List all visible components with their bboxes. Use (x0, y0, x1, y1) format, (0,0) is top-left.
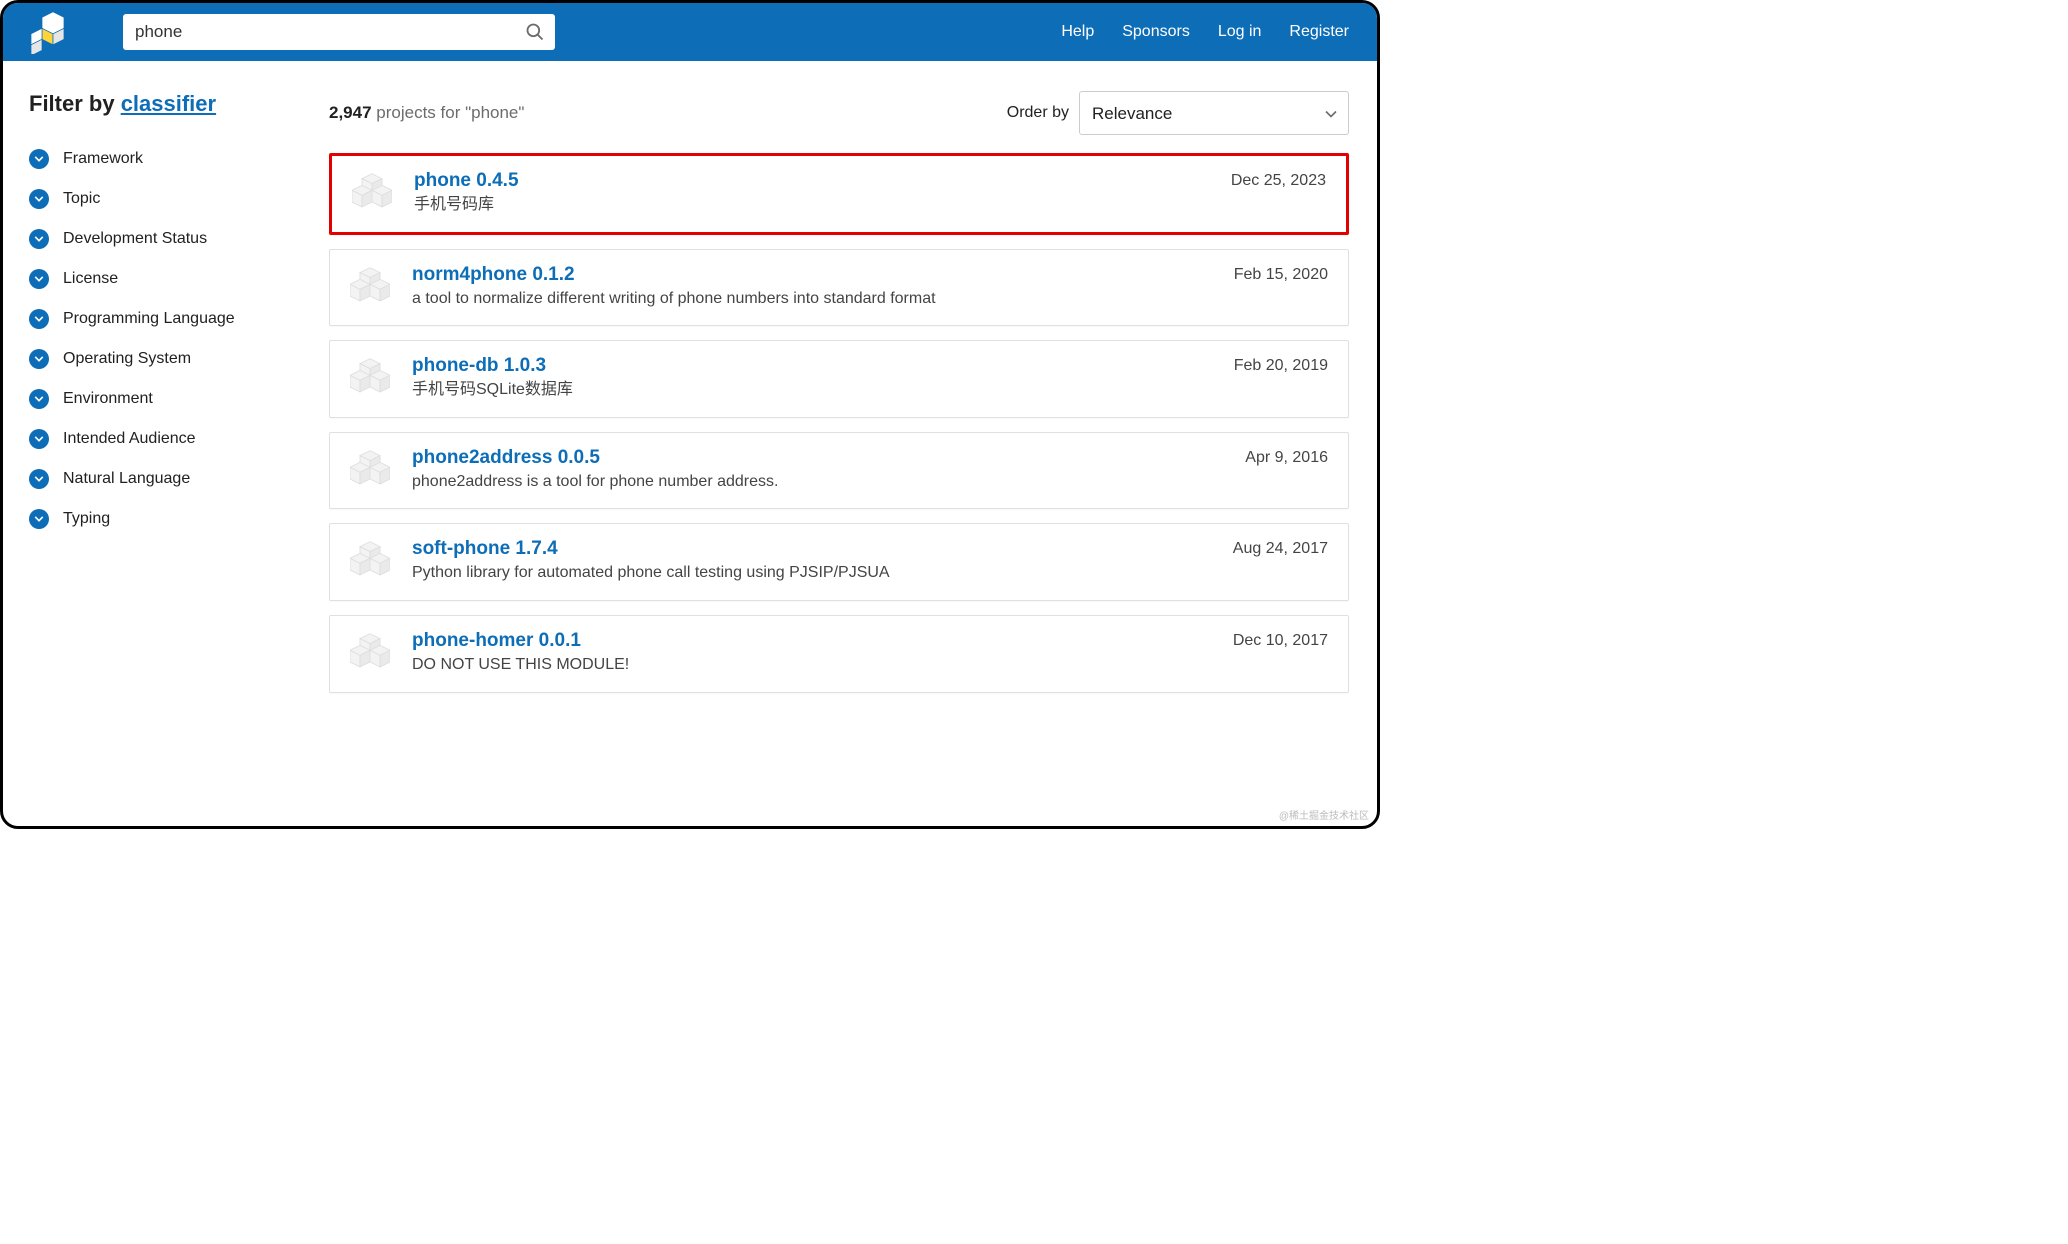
result-body: phone-homer 0.0.1 DO NOT USE THIS MODULE… (412, 630, 1211, 676)
filter-item-typing[interactable]: Typing (29, 499, 329, 539)
package-icon (352, 172, 392, 212)
result-body: phone2address 0.0.5 phone2address is a t… (412, 447, 1223, 493)
nav-login[interactable]: Log in (1218, 23, 1262, 41)
result-description: 手机号码库 (414, 194, 1209, 216)
nav-help[interactable]: Help (1061, 23, 1094, 41)
filter-label: Development Status (63, 230, 207, 248)
package-icon (350, 266, 390, 306)
result-description: 手机号码SQLite数据库 (412, 379, 1212, 401)
chevron-down-icon (29, 349, 49, 369)
result-card[interactable]: phone-homer 0.0.1 DO NOT USE THIS MODULE… (329, 615, 1349, 693)
chevron-down-icon (29, 229, 49, 249)
filter-label: Typing (63, 510, 110, 528)
search-icon[interactable] (525, 22, 545, 42)
filter-label: Programming Language (63, 310, 235, 328)
chevron-down-icon (29, 469, 49, 489)
results-list: phone 0.4.5 手机号码库 Dec 25, 2023 norm4phon… (329, 153, 1351, 703)
main: 2,947 projects for "phone" Order by Rele… (329, 91, 1351, 826)
result-card[interactable]: norm4phone 0.1.2 a tool to normalize dif… (329, 249, 1349, 327)
nav-register[interactable]: Register (1289, 23, 1349, 41)
content: Filter by classifier Framework Topic Dev… (3, 61, 1377, 826)
filter-title-prefix: Filter by (29, 91, 121, 116)
filter-list: Framework Topic Development Status Licen… (29, 139, 329, 539)
filter-label: License (63, 270, 118, 288)
order-by-select[interactable]: Relevance (1079, 91, 1349, 135)
chevron-down-icon (29, 189, 49, 209)
chevron-down-icon (29, 389, 49, 409)
result-title[interactable]: phone 0.4.5 (414, 170, 1209, 192)
filter-item-intended-audience[interactable]: Intended Audience (29, 419, 329, 459)
filter-item-operating-system[interactable]: Operating System (29, 339, 329, 379)
result-card[interactable]: phone 0.4.5 手机号码库 Dec 25, 2023 (329, 153, 1349, 235)
filter-label: Operating System (63, 350, 191, 368)
result-description: a tool to normalize different writing of… (412, 288, 1212, 310)
result-body: phone-db 1.0.3 手机号码SQLite数据库 (412, 355, 1212, 401)
order-by-wrap: Order by Relevance (1007, 91, 1349, 135)
sidebar: Filter by classifier Framework Topic Dev… (29, 91, 329, 826)
package-icon (350, 449, 390, 489)
filter-item-environment[interactable]: Environment (29, 379, 329, 419)
chevron-down-icon (29, 149, 49, 169)
search-input[interactable] (123, 14, 555, 50)
header: Help Sponsors Log in Register (3, 3, 1377, 61)
filter-title: Filter by classifier (29, 91, 329, 117)
app-window: Help Sponsors Log in Register Filter by … (0, 0, 1380, 829)
result-description: DO NOT USE THIS MODULE! (412, 654, 1211, 676)
search-container (123, 14, 555, 50)
result-body: phone 0.4.5 手机号码库 (414, 170, 1209, 216)
nav-sponsors[interactable]: Sponsors (1122, 23, 1190, 41)
filter-label: Framework (63, 150, 143, 168)
filter-label: Intended Audience (63, 430, 196, 448)
result-title[interactable]: phone-homer 0.0.1 (412, 630, 1211, 652)
package-icon (350, 540, 390, 580)
result-date: Dec 25, 2023 (1231, 172, 1326, 190)
pypi-logo[interactable] (31, 10, 75, 54)
filter-item-development-status[interactable]: Development Status (29, 219, 329, 259)
result-title[interactable]: norm4phone 0.1.2 (412, 264, 1212, 286)
results-header: 2,947 projects for "phone" Order by Rele… (329, 91, 1351, 135)
package-icon (350, 357, 390, 397)
filter-item-topic[interactable]: Topic (29, 179, 329, 219)
result-date: Feb 15, 2020 (1234, 266, 1328, 284)
result-date: Apr 9, 2016 (1245, 449, 1328, 467)
filter-label: Topic (63, 190, 100, 208)
package-icon (350, 632, 390, 672)
filter-item-framework[interactable]: Framework (29, 139, 329, 179)
watermark: @稀土掘金技术社区 (1279, 807, 1369, 822)
result-description: phone2address is a tool for phone number… (412, 471, 1223, 493)
nav-links: Help Sponsors Log in Register (1061, 23, 1349, 41)
order-by-label: Order by (1007, 104, 1069, 122)
chevron-down-icon (29, 269, 49, 289)
result-card[interactable]: soft-phone 1.7.4 Python library for auto… (329, 523, 1349, 601)
result-body: soft-phone 1.7.4 Python library for auto… (412, 538, 1211, 584)
result-card[interactable]: phone-db 1.0.3 手机号码SQLite数据库 Feb 20, 201… (329, 340, 1349, 418)
result-date: Feb 20, 2019 (1234, 357, 1328, 375)
result-body: norm4phone 0.1.2 a tool to normalize dif… (412, 264, 1212, 310)
result-description: Python library for automated phone call … (412, 562, 1211, 584)
result-date: Dec 10, 2017 (1233, 632, 1328, 650)
chevron-down-icon (29, 309, 49, 329)
filter-label: Environment (63, 390, 153, 408)
chevron-down-icon (29, 509, 49, 529)
filter-item-programming-language[interactable]: Programming Language (29, 299, 329, 339)
filter-label: Natural Language (63, 470, 190, 488)
result-title[interactable]: phone2address 0.0.5 (412, 447, 1223, 469)
filter-item-license[interactable]: License (29, 259, 329, 299)
chevron-down-icon (29, 429, 49, 449)
classifier-link[interactable]: classifier (121, 91, 216, 116)
result-title[interactable]: phone-db 1.0.3 (412, 355, 1212, 377)
results-count: 2,947 projects for "phone" (329, 103, 524, 123)
result-card[interactable]: phone2address 0.0.5 phone2address is a t… (329, 432, 1349, 510)
result-date: Aug 24, 2017 (1233, 540, 1328, 558)
result-title[interactable]: soft-phone 1.7.4 (412, 538, 1211, 560)
filter-item-natural-language[interactable]: Natural Language (29, 459, 329, 499)
